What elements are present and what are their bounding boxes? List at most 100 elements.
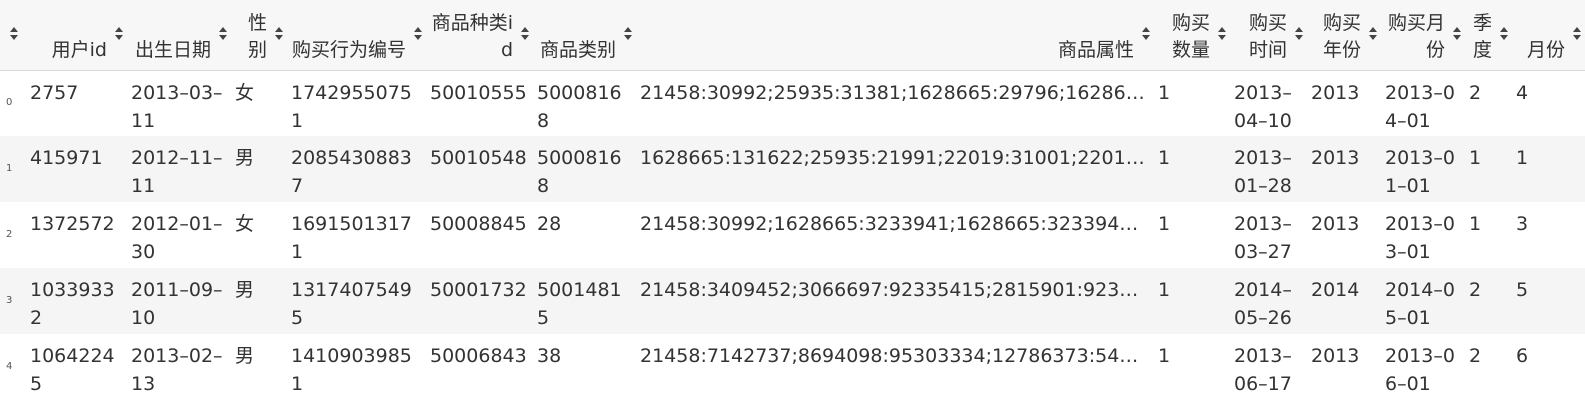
cell-purchase-no: 16915013171 xyxy=(291,213,412,263)
column-header-user-id[interactable]: 用户id xyxy=(26,0,127,71)
cell-qty: 1 xyxy=(1158,147,1171,169)
cell-buy-time: 2013–03–27 xyxy=(1234,213,1292,263)
cell-birth-date: 2012–11–11 xyxy=(131,147,223,197)
cell-buy-year: 2013 xyxy=(1311,345,1360,367)
cell-user-id: 10642245 xyxy=(30,345,115,395)
cell-qty: 1 xyxy=(1158,81,1171,104)
header-row: 用户id 出生日期 性别 购买行为编号 商品种类id 商品类别 商品属性 购买数… xyxy=(0,0,1585,71)
table-row: 0 2757 2013–03–11 女 17429550751 50010555… xyxy=(0,70,1585,136)
cell-buy-year: 2013 xyxy=(1311,213,1360,235)
cell-user-id: 10339332 xyxy=(30,279,115,329)
cell-qty: 1 xyxy=(1158,345,1171,367)
cell-gender: 女 xyxy=(235,81,255,104)
cell-buy-time: 2014–05–26 xyxy=(1234,279,1292,329)
cell-buy-time: 2013–01–28 xyxy=(1234,147,1292,197)
cell-buy-month: 2013–06–01 xyxy=(1385,345,1455,395)
cell-qty: 1 xyxy=(1158,213,1171,235)
sort-icon[interactable] xyxy=(10,27,18,41)
cell-gender: 女 xyxy=(235,213,255,235)
cell-item-category: 28 xyxy=(537,213,562,235)
column-header-index[interactable] xyxy=(0,0,26,71)
cell-item-attr: 21458:30992;1628665:3233941;1628665:3233… xyxy=(640,213,1154,235)
column-header-purchase-no[interactable]: 购买行为编号 xyxy=(287,0,426,71)
cell-item-type-id: 50010548 xyxy=(430,147,527,169)
table-row: 3 10339332 2011–09–10 男 13174075495 5000… xyxy=(0,268,1585,334)
column-header-buy-time[interactable]: 购买时间 xyxy=(1230,0,1307,71)
cell-item-category: 50008168 xyxy=(537,147,622,197)
cell-quarter: 1 xyxy=(1469,213,1482,235)
column-header-month[interactable]: 月份 xyxy=(1512,0,1585,71)
column-header-qty[interactable]: 购买数量 xyxy=(1154,0,1230,71)
cell-month: 3 xyxy=(1516,213,1529,235)
cell-item-attr: 21458:3409452;3066697:92335415;2815901:9… xyxy=(640,279,1154,301)
column-header-buy-month[interactable]: 购买月份 xyxy=(1381,0,1465,71)
cell-birth-date: 2011–09–10 xyxy=(131,279,223,329)
cell-buy-time: 2013–04–10 xyxy=(1234,81,1292,132)
sort-icon[interactable] xyxy=(624,27,632,41)
cell-buy-year: 2014 xyxy=(1311,279,1360,301)
data-table: 用户id 出生日期 性别 购买行为编号 商品种类id 商品类别 商品属性 购买数… xyxy=(0,0,1585,400)
sort-icon[interactable] xyxy=(1142,27,1150,41)
column-header-birth-date[interactable]: 出生日期 xyxy=(127,0,231,71)
column-header-gender[interactable]: 性别 xyxy=(231,0,287,71)
cell-buy-month: 2013–04–01 xyxy=(1385,81,1455,132)
table-row: 2 1372572 2012–01–30 女 16915013171 50008… xyxy=(0,202,1585,268)
cell-quarter: 1 xyxy=(1469,147,1482,169)
row-index: 3 xyxy=(6,295,13,306)
sort-icon[interactable] xyxy=(1369,27,1377,41)
cell-quarter: 2 xyxy=(1469,345,1482,367)
row-index: 4 xyxy=(6,361,13,372)
row-index: 0 xyxy=(6,97,13,109)
cell-item-attr: 1628665:131622;25935:21991;22019:31001;2… xyxy=(640,147,1154,169)
column-header-quarter[interactable]: 季度 xyxy=(1465,0,1512,71)
sort-icon[interactable] xyxy=(1453,27,1461,41)
cell-gender: 男 xyxy=(235,147,255,169)
table-row: 4 10642245 2013–02–13 男 14109039851 5000… xyxy=(0,334,1585,400)
sort-icon[interactable] xyxy=(275,27,283,41)
column-header-item-category[interactable]: 商品类别 xyxy=(533,0,636,71)
sort-icon[interactable] xyxy=(1295,27,1303,41)
cell-buy-year: 2013 xyxy=(1311,81,1360,104)
sort-icon[interactable] xyxy=(219,27,227,41)
column-header-item-attr[interactable]: 商品属性 xyxy=(636,0,1154,71)
cell-item-type-id: 50006843 xyxy=(430,345,527,367)
cell-qty: 1 xyxy=(1158,279,1171,301)
cell-item-category: 38 xyxy=(537,345,562,367)
cell-purchase-no: 14109039851 xyxy=(291,345,412,395)
cell-purchase-no: 13174075495 xyxy=(291,279,412,329)
column-header-item-type-id[interactable]: 商品种类id xyxy=(426,0,533,71)
cell-item-type-id: 50001732 xyxy=(430,279,527,301)
cell-item-attr: 21458:7142737;8694098:95303334;12786373:… xyxy=(640,345,1154,367)
cell-buy-year: 2013 xyxy=(1311,147,1360,169)
cell-birth-date: 2013–03–11 xyxy=(131,81,223,132)
cell-item-category: 50008168 xyxy=(537,81,622,132)
sort-icon[interactable] xyxy=(521,27,529,41)
cell-quarter: 2 xyxy=(1469,81,1482,104)
cell-buy-month: 2014–05–01 xyxy=(1385,279,1455,329)
cell-user-id: 1372572 xyxy=(30,213,115,235)
cell-birth-date: 2013–02–13 xyxy=(131,345,223,395)
sort-icon[interactable] xyxy=(1500,27,1508,41)
cell-month: 5 xyxy=(1516,279,1529,301)
cell-item-type-id: 50008845 xyxy=(430,213,527,235)
cell-buy-month: 2013–03–01 xyxy=(1385,213,1455,263)
sort-icon[interactable] xyxy=(115,27,123,41)
cell-buy-month: 2013–01–01 xyxy=(1385,147,1455,197)
cell-purchase-no: 17429550751 xyxy=(291,81,412,132)
row-index: 1 xyxy=(6,163,13,174)
cell-gender: 男 xyxy=(235,345,255,367)
sort-icon[interactable] xyxy=(414,27,422,41)
row-index: 2 xyxy=(6,229,13,240)
cell-gender: 男 xyxy=(235,279,255,301)
cell-item-category: 50014815 xyxy=(537,279,622,329)
table-row: 1 415971 2012–11–11 男 20854308837 500105… xyxy=(0,136,1585,202)
cell-month: 6 xyxy=(1516,345,1529,367)
sort-icon[interactable] xyxy=(1218,27,1226,41)
cell-item-attr: 21458:30992;25935:31381;1628665:29796;16… xyxy=(640,81,1154,104)
cell-purchase-no: 20854308837 xyxy=(291,147,412,197)
cell-user-id: 415971 xyxy=(30,147,103,169)
cell-quarter: 2 xyxy=(1469,279,1482,301)
column-header-buy-year[interactable]: 购买年份 xyxy=(1307,0,1381,71)
sort-icon[interactable] xyxy=(1573,27,1581,41)
cell-user-id: 2757 xyxy=(30,81,79,104)
